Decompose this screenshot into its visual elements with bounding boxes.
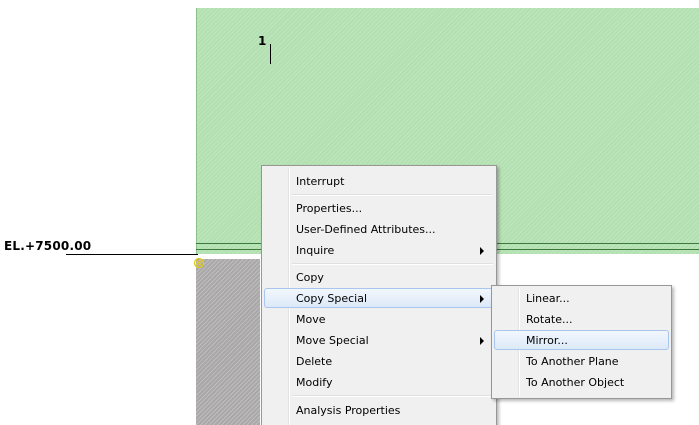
menu-item-label: Modify <box>296 376 333 389</box>
menu-item-label: Interrupt <box>296 175 345 188</box>
menu-item-inquire[interactable]: Inquire <box>264 240 494 260</box>
context-menu: Interrupt Properties... User-Defined Att… <box>261 165 497 425</box>
snap-point-icon <box>193 256 205 269</box>
elevation-line <box>66 254 198 255</box>
menu-item-properties[interactable]: Properties... <box>264 198 494 218</box>
submenu-item-to-another-object[interactable]: To Another Object <box>494 372 669 392</box>
column-object[interactable] <box>196 259 260 425</box>
menu-item-label: Mirror... <box>526 334 568 347</box>
menu-item-label: To Another Object <box>526 376 625 389</box>
menu-item-label: Copy Special <box>296 292 368 305</box>
menu-item-user-defined-attributes[interactable]: User-Defined Attributes... <box>264 219 494 239</box>
submenu-item-mirror[interactable]: Mirror... <box>494 330 669 350</box>
menu-item-modify[interactable]: Modify <box>264 372 494 392</box>
menu-item-label: Move Special <box>296 334 369 347</box>
menu-item-label: Linear... <box>526 292 570 305</box>
menu-separator <box>292 395 493 397</box>
submenu-item-to-another-plane[interactable]: To Another Plane <box>494 351 669 371</box>
submenu-arrow-icon <box>480 337 484 345</box>
menu-item-label: Copy <box>296 271 324 284</box>
menu-item-copy[interactable]: Copy <box>264 267 494 287</box>
menu-separator <box>292 194 493 196</box>
menu-item-label: User-Defined Attributes... <box>296 223 436 236</box>
menu-item-copy-special[interactable]: Copy Special <box>264 288 494 308</box>
menu-item-delete[interactable]: Delete <box>264 351 494 371</box>
menu-item-label: To Another Plane <box>526 355 619 368</box>
menu-item-label: Analysis Properties <box>296 404 401 417</box>
menu-item-label: Inquire <box>296 244 335 257</box>
grid-label: 1 <box>258 34 267 48</box>
menu-item-move-special[interactable]: Move Special <box>264 330 494 350</box>
model-view[interactable]: 1 EL.+7500.00 Interrupt Properties... Us… <box>0 0 699 425</box>
menu-item-label: Delete <box>296 355 333 368</box>
menu-separator <box>292 263 493 265</box>
submenu-arrow-icon <box>480 295 484 303</box>
copy-special-submenu: Linear... Rotate... Mirror... To Another… <box>491 285 672 399</box>
elevation-label: EL.+7500.00 <box>4 239 92 253</box>
menu-item-label: Properties... <box>296 202 363 215</box>
submenu-item-rotate[interactable]: Rotate... <box>494 309 669 329</box>
submenu-item-linear[interactable]: Linear... <box>494 288 669 308</box>
grid-line-tick <box>270 44 271 64</box>
menu-item-move[interactable]: Move <box>264 309 494 329</box>
menu-item-label: Rotate... <box>526 313 573 326</box>
menu-item-interrupt[interactable]: Interrupt <box>264 171 494 191</box>
menu-item-label: Move <box>296 313 326 326</box>
menu-item-analysis-properties[interactable]: Analysis Properties <box>264 400 494 420</box>
submenu-arrow-icon <box>480 247 484 255</box>
